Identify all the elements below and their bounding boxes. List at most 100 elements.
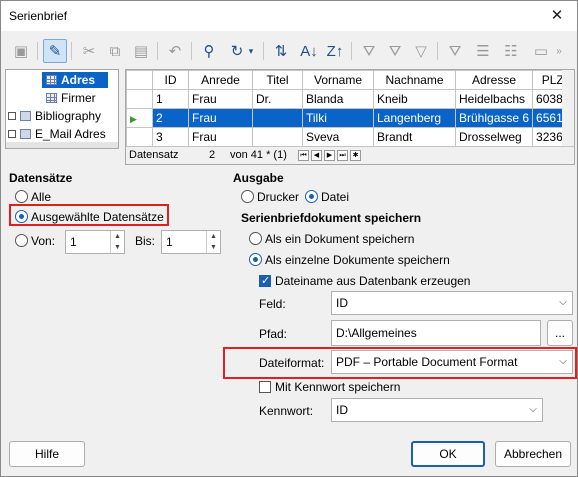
to-label: Bis: bbox=[135, 234, 156, 248]
next-record-icon[interactable]: ▶ bbox=[324, 150, 335, 161]
table-cell[interactable]: Brandt bbox=[373, 127, 456, 147]
grid-header-row: ID Anrede Titel Vorname Nachname Adresse… bbox=[126, 70, 574, 90]
checkbox-generate-filename[interactable]: Dateiname aus Datenbank erzeugen bbox=[259, 273, 470, 289]
radio-printer[interactable]: Drucker bbox=[241, 189, 299, 205]
save-icon[interactable]: ▣ bbox=[9, 39, 33, 63]
password-dropdown[interactable]: ID ⌵ bbox=[331, 398, 543, 422]
format-dropdown[interactable]: PDF – Portable Document Format ⌵ bbox=[331, 350, 573, 374]
row-header[interactable]: ▶ bbox=[126, 108, 153, 128]
row-header[interactable] bbox=[126, 127, 153, 147]
help-button[interactable]: Hilfe bbox=[9, 441, 85, 467]
column-header[interactable]: Nachname bbox=[373, 70, 456, 90]
horizontal-scrollbar[interactable] bbox=[6, 142, 118, 148]
checkbox-indicator bbox=[259, 273, 271, 289]
from-record-input[interactable]: 1 ▲ ▼ bbox=[65, 230, 125, 254]
table-cell[interactable] bbox=[252, 127, 303, 147]
tree-item-adressen[interactable]: Adres bbox=[42, 72, 108, 88]
checkbox-password[interactable]: Mit Kennwort speichern bbox=[259, 379, 400, 395]
table-cell[interactable]: Dr. bbox=[252, 89, 303, 109]
cancel-button[interactable]: Abbrechen bbox=[495, 441, 571, 467]
radio-indicator bbox=[249, 232, 262, 246]
column-header[interactable]: ID bbox=[152, 70, 189, 90]
table-icon bbox=[46, 92, 57, 103]
record-navigation: Datensatz 2 von 41 * (1) ⏮ ◀ ▶ ⏭ ✱ bbox=[126, 146, 574, 164]
path-input[interactable]: D:\Allgemeines bbox=[331, 320, 541, 346]
table-cell[interactable]: Tilki bbox=[302, 108, 374, 128]
table-cell[interactable]: 1 bbox=[152, 89, 189, 109]
spin-buttons[interactable]: ▲ ▼ bbox=[110, 231, 124, 253]
previous-record-icon[interactable]: ◀ bbox=[311, 150, 322, 161]
expand-icon[interactable] bbox=[8, 129, 16, 138]
expand-icon[interactable] bbox=[8, 111, 16, 120]
radio-from-records[interactable]: Von: bbox=[15, 233, 55, 249]
mail-merge-icon[interactable]: ▭ bbox=[529, 39, 553, 63]
table-cell[interactable]: Sveva bbox=[302, 127, 374, 147]
table-cell[interactable]: Kneib bbox=[373, 89, 456, 109]
more-icon[interactable]: » bbox=[551, 39, 567, 63]
autofilter-icon[interactable]: ⛛ bbox=[357, 39, 381, 63]
find-icon[interactable]: ⚲ bbox=[197, 39, 221, 63]
data-to-text-icon[interactable]: ☰ bbox=[471, 39, 495, 63]
close-icon[interactable]: ✕ bbox=[537, 1, 577, 31]
data-to-fields-icon[interactable]: ☷ bbox=[499, 39, 523, 63]
data-source-tree[interactable]: Adres Firmer Bibliography E_Mail Adres bbox=[5, 69, 119, 149]
undo-icon[interactable]: ↶ bbox=[163, 39, 187, 63]
remove-filter-icon[interactable]: ⛛ bbox=[443, 39, 467, 63]
column-header[interactable]: Anrede bbox=[188, 70, 253, 90]
record-number-field[interactable]: 2 bbox=[198, 149, 226, 161]
paste-icon[interactable]: ▤ bbox=[129, 39, 153, 63]
column-header[interactable]: Vorname bbox=[302, 70, 374, 90]
spin-buttons[interactable]: ▲ ▼ bbox=[206, 231, 220, 253]
last-record-icon[interactable]: ⏭ bbox=[337, 150, 348, 161]
current-row-icon: ▶ bbox=[130, 114, 137, 124]
table-cell[interactable]: Brühlgasse 6 bbox=[454, 108, 534, 128]
tree-item-firmen[interactable]: Firmer bbox=[46, 90, 96, 106]
to-record-input[interactable]: 1 ▲ ▼ bbox=[161, 230, 221, 254]
row-header[interactable] bbox=[126, 89, 153, 109]
tree-item-email-adressen[interactable]: E_Mail Adres bbox=[8, 126, 106, 142]
radio-all-records[interactable]: Alle bbox=[15, 189, 51, 205]
table-cell[interactable]: Heidelbachs bbox=[454, 89, 534, 109]
radio-file[interactable]: Datei bbox=[305, 189, 349, 205]
sort-icon[interactable]: ⇅ bbox=[269, 39, 293, 63]
vertical-scrollbar[interactable] bbox=[562, 70, 574, 146]
table-row[interactable]: 3 Frau Sveva Brandt Drosselweg 32369 bbox=[126, 127, 574, 147]
table-cell[interactable]: Drosselweg bbox=[454, 127, 534, 147]
sort-descending-icon[interactable]: Z↑ bbox=[323, 39, 347, 63]
table-row[interactable]: 1 Frau Dr. Blanda Kneib Heidelbachs 6038… bbox=[126, 89, 574, 109]
column-header[interactable]: Adresse bbox=[454, 70, 534, 90]
table-cell[interactable]: Frau bbox=[188, 108, 253, 128]
table-cell[interactable]: Frau bbox=[188, 89, 253, 109]
table-cell[interactable]: 3 bbox=[152, 127, 189, 147]
first-record-icon[interactable]: ⏮ bbox=[298, 150, 309, 161]
cut-icon[interactable]: ✂ bbox=[77, 39, 101, 63]
chevron-down-icon: ⌵ bbox=[559, 356, 567, 367]
column-header[interactable]: Titel bbox=[252, 70, 303, 90]
browse-button[interactable]: ... bbox=[547, 320, 573, 346]
field-dropdown[interactable]: ID ⌵ bbox=[331, 291, 573, 315]
copy-icon[interactable]: ⧉ bbox=[103, 39, 127, 63]
chevron-down-icon[interactable]: ▾ bbox=[245, 39, 257, 63]
new-record-icon[interactable]: ✱ bbox=[350, 150, 361, 161]
standard-filter-icon[interactable]: ⛛ bbox=[383, 39, 407, 63]
radio-save-individual[interactable]: Als einzelne Dokumente speichern bbox=[249, 252, 450, 268]
table-row-selected[interactable]: ▶ 2 Frau Tilki Langenberg Brühlgasse 6 6… bbox=[126, 108, 574, 128]
table-cell[interactable]: Blanda bbox=[302, 89, 374, 109]
edit-icon[interactable]: ✎ bbox=[43, 39, 67, 63]
record-count: von 41 * (1) bbox=[230, 149, 287, 161]
sort-ascending-icon[interactable]: A↓ bbox=[297, 39, 321, 63]
table-cell[interactable] bbox=[252, 108, 303, 128]
radio-indicator bbox=[249, 253, 262, 267]
table-cell[interactable]: Langenberg bbox=[373, 108, 456, 128]
save-section-title: Serienbriefdokument speichern bbox=[241, 211, 422, 225]
tree-item-bibliography[interactable]: Bibliography bbox=[8, 108, 101, 124]
path-label: Pfad: bbox=[259, 327, 288, 341]
table-cell[interactable]: 2 bbox=[152, 108, 189, 128]
ok-button[interactable]: OK bbox=[411, 441, 485, 467]
apply-filter-icon[interactable]: ▽ bbox=[409, 39, 433, 63]
toolbar: ▣ ✎ ✂ ⧉ ▤ ↶ ⚲ ↻ ▾ ⇅ A↓ Z↑ ⛛ ⛛ ▽ ⛛ ☰ ☷ ▭ … bbox=[5, 37, 575, 67]
radio-save-single[interactable]: Als ein Dokument speichern bbox=[249, 231, 414, 247]
data-grid[interactable]: ID Anrede Titel Vorname Nachname Adresse… bbox=[125, 69, 575, 165]
table-icon bbox=[46, 74, 57, 85]
table-cell[interactable]: Frau bbox=[188, 127, 253, 147]
